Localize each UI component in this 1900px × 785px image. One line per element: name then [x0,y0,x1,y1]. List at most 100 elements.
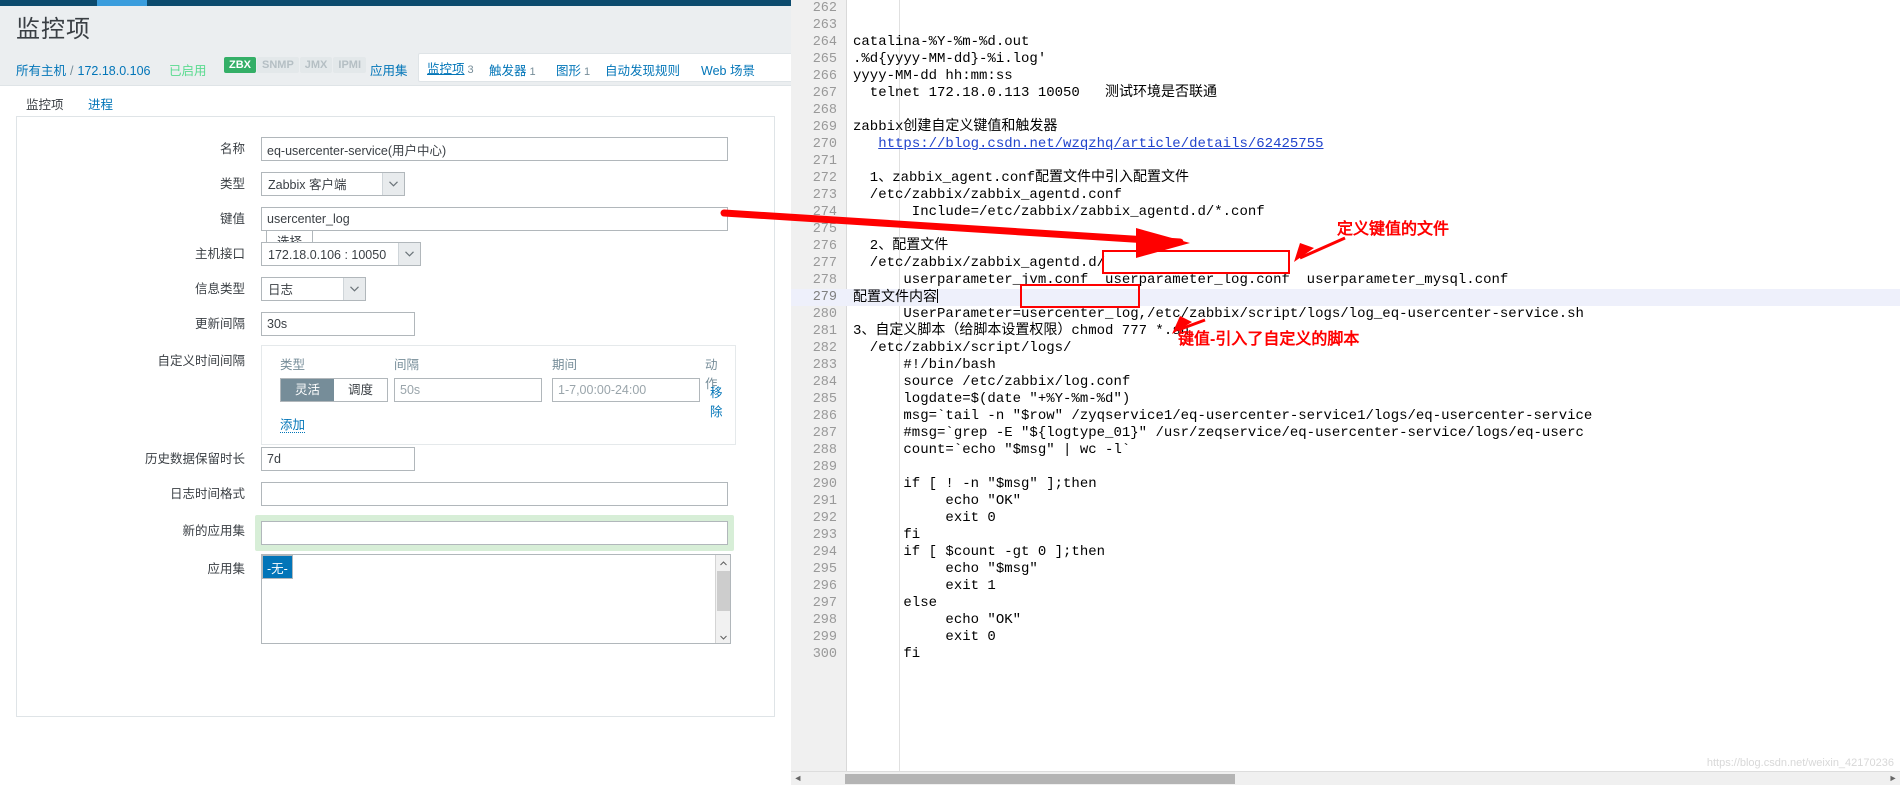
code-line[interactable]: 276 2、配置文件 [791,238,1900,255]
application-option-none[interactable]: -无- [262,555,293,579]
add-interval-link[interactable]: 添加 [280,418,306,433]
code-line[interactable]: 293 fi [791,527,1900,544]
breadcrumb-link-graphs[interactable]: 图形 1 [556,60,590,79]
applications-label: 应用集 [207,562,245,576]
host-status[interactable]: 已启用 [169,60,207,79]
code-line[interactable]: 296 exit 1 [791,578,1900,595]
name-input[interactable] [261,137,728,161]
col-header-period: 期间 [552,358,578,372]
history-label: 历史数据保留时长 [144,452,245,466]
breadcrumb-link-triggers[interactable]: 触发器 1 [489,60,536,79]
line-text: count=`echo "$msg" | wc -l` [853,442,1131,458]
code-line[interactable]: 280 UserParameter=usercenter_log,/etc/za… [791,306,1900,323]
code-line[interactable]: 297 else [791,595,1900,612]
update-interval-input[interactable] [261,312,415,336]
line-number: 263 [812,18,837,33]
value-type-select[interactable]: 日志 [261,277,366,301]
line-number: 274 [812,205,837,220]
applications-listbox[interactable]: -无- [261,554,731,644]
custom-intervals-panel: 类型 间隔 期间 动作 灵活调度 移除 添加 [261,345,736,445]
code-line[interactable]: 269 zabbix创建自定义键值和触发器 [791,119,1900,136]
code-line[interactable]: 298 echo "OK" [791,612,1900,629]
code-line[interactable]: 288 count=`echo "$msg" | wc -l` [791,442,1900,459]
code-line[interactable]: 292 exit 0 [791,510,1900,527]
page-header [0,6,791,52]
breadcrumb-link-discovery[interactable]: 自动发现规则 [605,60,680,79]
breadcrumb-link-web[interactable]: Web 场景 [701,60,755,79]
code-line[interactable]: 290 if [ ! -n "$msg" ];then [791,476,1900,493]
remove-interval-link[interactable]: 移除 [710,382,725,420]
code-line[interactable]: 300 fi [791,646,1900,663]
new-application-input[interactable] [261,521,728,545]
code-line[interactable]: 270 https://blog.csdn.net/wzqzhq/article… [791,136,1900,153]
breadcrumb-link-applications[interactable]: 应用集 [370,60,408,79]
line-number: 289 [812,460,837,475]
line-number: 282 [812,341,837,356]
code-line[interactable]: 271 [791,153,1900,170]
scroll-left-icon[interactable]: ◄ [791,772,805,785]
chip-zbx[interactable]: ZBX [224,57,256,73]
breadcrumb-link-items-label[interactable]: 监控项 [427,62,465,76]
code-line[interactable]: 294 if [ $count -gt 0 ];then [791,544,1900,561]
toggle-scheduling[interactable]: 调度 [334,379,388,401]
code-line[interactable]: 277 /etc/zabbix/zabbix_agentd.d/ [791,255,1900,272]
breadcrumb-link-triggers-label[interactable]: 触发器 [489,64,527,78]
code-line[interactable]: 299 exit 0 [791,629,1900,646]
line-text: source /etc/zabbix/log.conf [853,374,1131,390]
code-line[interactable]: 289 [791,459,1900,476]
code-line[interactable]: 265 .%d{yyyy-MM-dd}-%i.log' [791,51,1900,68]
key-input[interactable] [261,207,728,231]
line-number: 280 [812,307,837,322]
code-line[interactable]: 295 echo "$msg" [791,561,1900,578]
code-line[interactable]: 264 catalina-%Y-%m-%d.out [791,34,1900,51]
code-line[interactable]: 272 1、zabbix_agent.conf配置文件中引入配置文件 [791,170,1900,187]
toggle-flexible[interactable]: 灵活 [281,379,335,401]
horizontal-scrollbar[interactable]: ◄ ► [791,771,1900,785]
code-line[interactable]: 287 #msg=`grep -E "${logtype_01}" /usr/z… [791,425,1900,442]
code-line[interactable]: 283 #!/bin/bash [791,357,1900,374]
type-select[interactable]: Zabbix 客户端 [261,172,405,196]
code-line[interactable]: 284 source /etc/zabbix/log.conf [791,374,1900,391]
code-line[interactable]: 273 /etc/zabbix/zabbix_agentd.conf [791,187,1900,204]
period-input[interactable] [552,378,700,402]
history-input[interactable] [261,447,415,471]
col-header-type: 类型 [280,358,306,372]
hscroll-thumb[interactable] [845,774,1235,784]
code-line[interactable]: 267 telnet 172.18.0.113 10050 测试环境是否联通 [791,85,1900,102]
breadcrumb-link-applications-label[interactable]: 应用集 [370,64,408,78]
interval-input[interactable] [394,378,542,402]
line-number: 291 [812,494,837,509]
line-text: telnet 172.18.0.113 10050 测试环境是否联通 [853,85,1218,101]
log-time-format-input[interactable] [261,482,728,506]
breadcrumb-link-web-label[interactable]: Web 场景 [701,64,755,78]
listbox-scrollbar[interactable] [715,555,730,643]
breadcrumb-link-graphs-label[interactable]: 图形 [556,64,581,78]
tab-preprocessing[interactable]: 进程 [78,90,123,119]
listbox-scroll-thumb[interactable] [717,571,730,611]
code-link[interactable]: https://blog.csdn.net/wzqzhq/article/det… [878,136,1323,152]
scroll-up-icon[interactable] [716,555,730,571]
chip-snmp: SNMP [257,57,299,73]
host-interface-select[interactable]: 172.18.0.106 : 10050 [261,242,421,266]
code-line[interactable]: 268 [791,102,1900,119]
interval-type-toggle[interactable]: 灵活 调度 [280,378,389,402]
code-line[interactable]: 279 配置文件内容 [791,289,1900,306]
code-line[interactable]: 286 msg=`tail -n "$row" /zyqservice1/eq-… [791,408,1900,425]
line-number: 262 [812,1,837,16]
code-line[interactable]: 285 logdate=$(date "+%Y-%m-%d") [791,391,1900,408]
scroll-down-icon[interactable] [716,629,730,643]
code-line[interactable]: 291 echo "OK" [791,493,1900,510]
code-line[interactable]: 263 [791,17,1900,34]
code-line[interactable]: 266 yyyy-MM-dd hh:mm:ss [791,68,1900,85]
item-config-form: 名称 类型 Zabbix 客户端 键 [16,117,775,717]
code-line[interactable]: 262 [791,0,1900,17]
breadcrumb-all-hosts[interactable]: 所有主机 [16,64,66,78]
code-editor-panel: 262 263 264 catalina-%Y-%m-%d.out 265 .%d{yyy… [791,0,1900,785]
breadcrumb-host[interactable]: 172.18.0.106 [78,64,151,78]
breadcrumb-link-discovery-label[interactable]: 自动发现规则 [605,64,680,78]
code-line[interactable]: 278 userparameter_jvm.conf userparameter… [791,272,1900,289]
line-number: 272 [812,171,837,186]
chevron-down-icon [343,278,365,300]
scroll-right-icon[interactable]: ► [1886,772,1900,785]
line-number: 283 [812,358,837,373]
